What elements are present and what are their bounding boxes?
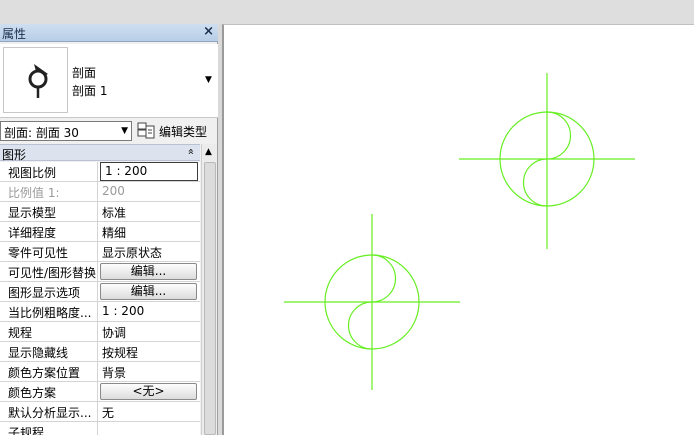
drawing-svg: [284, 73, 635, 390]
scrollbar-thumb[interactable]: [204, 162, 216, 435]
instance-selector-row: 剖面: 剖面 30 ▼ 编辑类型: [0, 120, 218, 142]
property-name: 图形显示选项: [0, 282, 98, 301]
property-name: 视图比例: [0, 162, 98, 181]
property-row[interactable]: 颜色方案 <无>: [0, 382, 200, 402]
type-name: 剖面 1: [72, 84, 108, 98]
scroll-up-icon[interactable]: ▲: [205, 147, 212, 157]
property-name: 默认分析显示...: [0, 402, 98, 421]
type-family-name: 剖面: [72, 66, 97, 80]
property-row[interactable]: 视图比例 1 : 200: [0, 162, 200, 182]
property-value[interactable]: 精细: [99, 222, 200, 241]
property-edit-button[interactable]: <无>: [100, 383, 197, 400]
property-name: 比例值 1:: [0, 182, 98, 201]
drawing-canvas[interactable]: [222, 24, 694, 435]
property-name: 颜色方案: [0, 382, 98, 401]
property-value[interactable]: 协调: [99, 322, 200, 341]
property-value[interactable]: 标准: [99, 202, 200, 221]
property-value[interactable]: 按规程: [99, 342, 200, 361]
property-name: 可见性/图形替换: [0, 262, 98, 281]
instance-selector-value: 剖面: 剖面 30: [4, 126, 79, 140]
top-toolbar-strip: [0, 0, 694, 24]
property-edit-button[interactable]: 编辑...: [100, 283, 197, 300]
property-row[interactable]: 当比例粗略度... 1 : 200: [0, 302, 200, 322]
property-name: 颜色方案位置: [0, 362, 98, 381]
panel-title: 属性: [2, 27, 27, 41]
property-row[interactable]: 可见性/图形替换 编辑...: [0, 262, 200, 282]
property-row[interactable]: 详细程度 精细: [0, 222, 200, 242]
property-row[interactable]: 规程 协调: [0, 322, 200, 342]
edit-type-label: 编辑类型: [159, 125, 208, 139]
edit-type-button[interactable]: 编辑类型: [137, 121, 217, 141]
properties-panel: 属性 × 剖面 剖面 1 ▼ 剖面: 剖面 30 ▼ 编辑类型 图形 » 视图比…: [0, 24, 218, 435]
property-row[interactable]: 零件可见性 显示原状态: [0, 242, 200, 262]
property-value[interactable]: 1 : 200: [99, 302, 200, 321]
property-name: 规程: [0, 322, 98, 341]
group-label: 图形: [2, 148, 27, 162]
property-value-input[interactable]: 1 : 200: [100, 162, 198, 181]
property-row[interactable]: 子规程: [0, 422, 200, 435]
chevron-down-icon: ▼: [121, 126, 128, 136]
property-name: 详细程度: [0, 222, 98, 241]
property-grid: 视图比例 1 : 200 比例值 1: 200 显示模型 标准 详细程度 精细 零件可见性 显示原…: [0, 162, 200, 435]
section-marker-icon: [3, 47, 68, 113]
property-value[interactable]: [99, 422, 200, 435]
property-row[interactable]: 颜色方案位置 背景: [0, 362, 200, 382]
properties-titlebar: 属性 ×: [0, 24, 218, 42]
property-value: 200: [102, 184, 125, 198]
collapse-icon[interactable]: »: [184, 148, 197, 155]
property-name: 当比例粗略度...: [0, 302, 98, 321]
instance-selector[interactable]: 剖面: 剖面 30 ▼: [0, 121, 132, 141]
property-row[interactable]: 显示模型 标准: [0, 202, 200, 222]
property-name: 零件可见性: [0, 242, 98, 261]
property-scrollbar[interactable]: ▲: [201, 144, 217, 435]
property-value[interactable]: 背景: [99, 362, 200, 381]
property-row[interactable]: 图形显示选项 编辑...: [0, 282, 200, 302]
edit-type-icon: [137, 122, 155, 143]
type-dropdown-icon[interactable]: ▼: [205, 75, 212, 85]
property-row[interactable]: 比例值 1: 200: [0, 182, 200, 202]
property-name: 显示隐藏线: [0, 342, 98, 361]
property-value[interactable]: 显示原状态: [99, 242, 200, 261]
close-icon[interactable]: ×: [203, 24, 214, 39]
property-row[interactable]: 默认分析显示... 无: [0, 402, 200, 422]
property-edit-button[interactable]: 编辑...: [100, 263, 197, 280]
property-row[interactable]: 显示隐藏线 按规程: [0, 342, 200, 362]
group-header-graphics[interactable]: 图形 »: [0, 144, 200, 162]
property-name: 显示模型: [0, 202, 98, 221]
lower-left-symbol[interactable]: [284, 214, 460, 390]
property-value[interactable]: 无: [99, 402, 200, 421]
property-name: 子规程: [0, 422, 98, 435]
upper-right-symbol[interactable]: [459, 73, 635, 249]
type-selector[interactable]: 剖面 剖面 1 ▼: [0, 44, 218, 118]
